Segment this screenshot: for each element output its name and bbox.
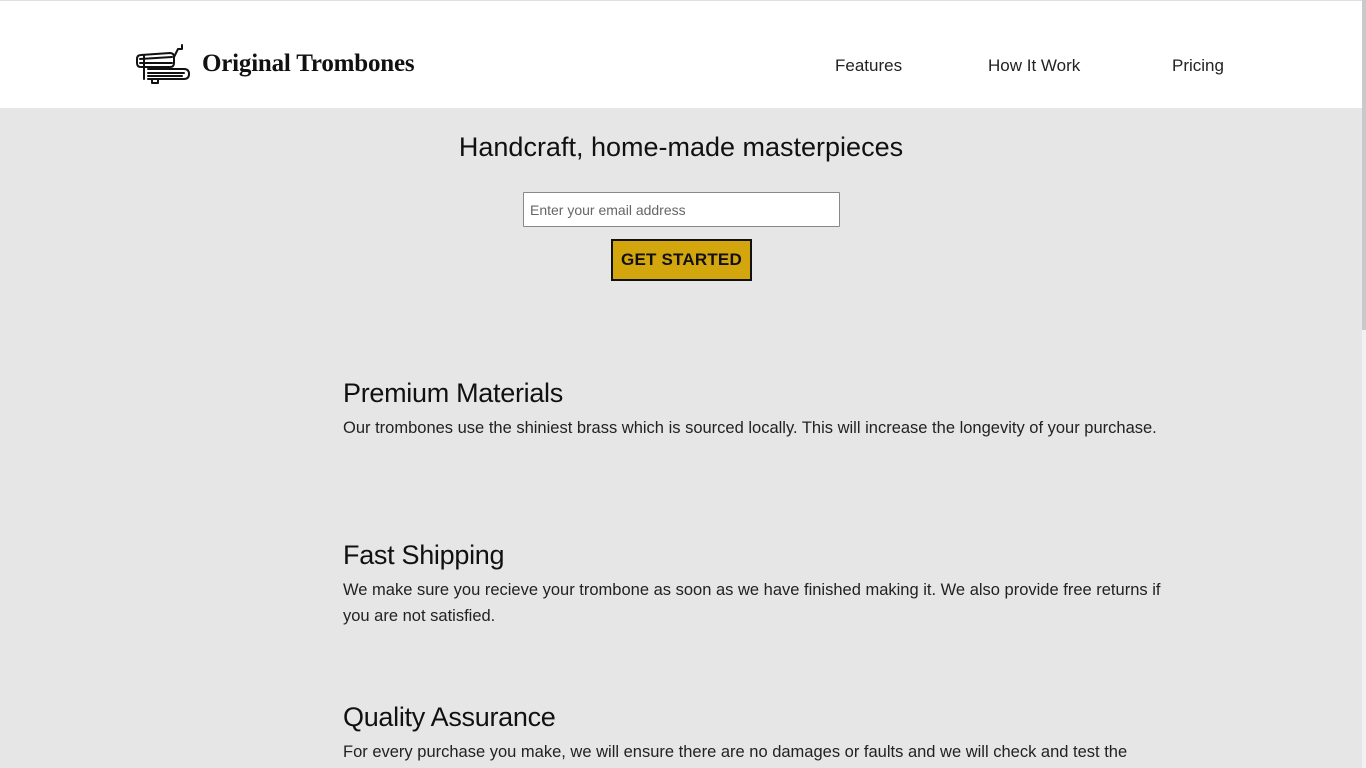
nav-link-features[interactable]: Features — [835, 56, 902, 76]
nav-link-how-it-work[interactable]: How It Work — [988, 56, 1080, 76]
brand-name[interactable]: Original Trombones — [202, 50, 415, 78]
feature-title: Premium Materials — [343, 378, 563, 408]
landing-page: Original Trombones Features How It Work … — [0, 0, 1366, 768]
vertical-scrollbar[interactable] — [1362, 0, 1366, 768]
trombone-icon[interactable] — [134, 43, 192, 87]
feature-description: For every purchase you make, we will ens… — [343, 743, 1128, 761]
nav-link-pricing[interactable]: Pricing — [1172, 56, 1224, 76]
get-started-button[interactable]: GET STARTED — [611, 239, 752, 281]
feature-quality-assurance: Quality Assurance For every purchase you… — [343, 702, 1163, 765]
site-header: Original Trombones Features How It Work … — [0, 0, 1362, 108]
hero-title: Handcraft, home-made masterpieces — [458, 132, 904, 162]
feature-description: We make sure you recieve your trombone a… — [343, 581, 1161, 625]
feature-premium-materials: Premium Materials Our trombones use the … — [343, 378, 1163, 441]
email-input[interactable] — [523, 192, 840, 227]
feature-title: Fast Shipping — [343, 540, 505, 570]
feature-fast-shipping: Fast Shipping We make sure you recieve y… — [343, 540, 1163, 629]
feature-description: Our trombones use the shiniest brass whi… — [343, 419, 1157, 437]
feature-title: Quality Assurance — [343, 702, 556, 732]
scrollbar-thumb[interactable] — [1362, 0, 1366, 330]
